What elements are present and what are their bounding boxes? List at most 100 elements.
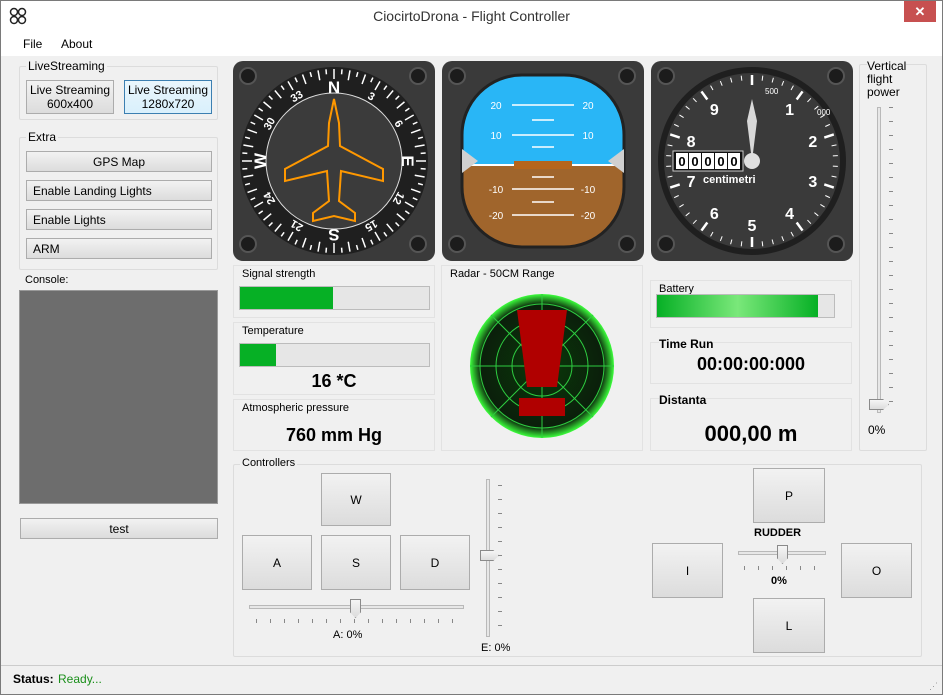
a-slider-ticks [256,619,458,623]
heading-indicator: N 3 6 E 12 15 S 21 24 W 30 33 [233,61,435,261]
altimeter-digit: 0 [691,154,698,169]
gps-map-button[interactable]: GPS Map [26,151,212,172]
pressure-panel: Atmospheric pressure 760 mm Hg [233,399,435,451]
close-button[interactable]: ✕ [904,1,936,22]
window-title: CiocirtoDrona - Flight Controller [373,8,570,24]
altimeter-unit: centimetri [703,174,756,186]
battery-progress-fill [657,295,819,317]
altimeter-number: 1 [785,102,794,119]
enable-lights-button[interactable]: Enable Lights [26,209,212,230]
battery-panel: Battery [650,280,852,328]
controllers-label: Controllers [240,457,298,469]
o-button[interactable]: O [841,543,912,598]
livestreaming-label: LiveStreaming [26,59,107,73]
pitch-label: 10 [490,131,502,142]
s-button[interactable]: S [321,535,391,590]
signal-label: Signal strength [242,268,316,280]
livestream-600-button[interactable]: Live Streaming 600x400 [26,80,114,114]
compass-label: S [328,225,339,244]
altimeter-digit: 0 [678,154,685,169]
pressure-value: 760 mm Hg [285,425,383,445]
altimeter-digit: 0 [730,154,737,169]
time-run-value: 00:00:00:000 [696,354,806,374]
distanta-label: Distanta [659,393,707,407]
pitch-label: 20 [490,101,502,112]
altimeter-digit: 0 [717,154,724,169]
enable-landing-lights-button[interactable]: Enable Landing Lights [26,180,212,201]
altimeter-number: 8 [687,134,696,151]
vertical-power-ticks [889,107,893,413]
pitch-label: -20 [489,211,504,222]
temperature-label: Temperature [242,325,304,337]
vertical-power-track [877,107,881,413]
altimeter: 123456789 00000 centimetri 500 000 [651,61,853,261]
altimeter-500-label: 500 [765,87,779,96]
vertical-power-group [859,64,927,451]
status-value: Ready... [58,672,102,686]
menu-about[interactable]: About [61,37,92,51]
distanta-value: 000,00 m [704,421,798,446]
attitude-indicator: 20 20 10 10 -10 -10 -20 -20 [442,61,644,261]
pressure-label: Atmospheric pressure [242,402,349,414]
temperature-progress-fill [240,344,276,366]
signal-progress-fill [240,287,333,309]
altimeter-number: 9 [710,102,719,119]
compass-label: W [251,152,270,169]
a-button[interactable]: A [242,535,312,590]
battery-progress-bar [656,294,835,318]
vertical-power-label: Vertical flight power [867,59,907,99]
w-button[interactable]: W [321,473,391,526]
pitch-label: -20 [581,211,596,222]
menu-file[interactable]: File [23,37,42,51]
title-bar: CiocirtoDrona - Flight Controller ✕ [1,1,942,32]
temperature-value: 16 *C [311,371,357,391]
console-label: Console: [25,274,69,286]
extra-label: Extra [26,130,59,144]
main-window: CiocirtoDrona - Flight Controller ✕ File… [0,0,943,695]
pitch-label: 20 [582,101,594,112]
arm-button[interactable]: ARM [26,238,212,259]
console-output [19,290,218,504]
temperature-panel: Temperature 16 *C [233,322,435,395]
distanta-panel: Distanta 000,00 m [650,393,852,451]
rudder-slider-ticks [744,566,822,570]
livestream-1280-button[interactable]: Live Streaming 1280x720 [124,80,212,114]
altimeter-digit: 0 [704,154,711,169]
altimeter-number: 3 [808,174,817,191]
compass-label: E [398,155,417,166]
attitude-dial: 20 20 10 10 -10 -10 -20 -20 [460,73,626,249]
signal-panel: Signal strength [233,265,435,318]
status-bar: Status: Ready... ⋰ [1,665,942,694]
altimeter-number: 6 [710,206,719,223]
p-button[interactable]: P [753,468,825,523]
altimeter-dial: 123456789 00000 [658,67,846,255]
rudder-value: 0% [771,575,787,587]
compass-dial: N 36E1215S2124W3033 [240,67,428,255]
pitch-label: -10 [489,185,504,196]
pitch-label: -10 [581,185,596,196]
i-button[interactable]: I [652,543,723,598]
signal-progress-bar [239,286,430,310]
l-button[interactable]: L [753,598,825,653]
test-button[interactable]: test [20,518,218,539]
a-slider-value: A: 0% [333,629,363,641]
vertical-power-value: 0% [868,423,886,437]
radar-panel: Radar - 50CM Range [441,265,643,451]
altimeter-number: 2 [808,134,817,151]
altimeter-number: 5 [748,218,757,235]
compass-label: N [328,78,340,97]
temperature-progress-bar [239,343,430,367]
menu-bar: File About [1,32,942,56]
time-run-label: Time Run [659,337,714,351]
radar-label: Radar - 50CM Range [450,268,555,280]
status-label: Status: [13,672,54,686]
resize-grip-icon[interactable]: ⋰ [929,681,938,692]
d-button[interactable]: D [400,535,470,590]
e-slider-value: E: 0% [481,642,511,654]
radar-display [470,294,614,438]
time-run-panel: Time Run 00:00:00:000 [650,337,852,384]
altimeter-number: 7 [687,174,696,191]
rudder-label: RUDDER [754,527,802,539]
pitch-label: 10 [582,131,594,142]
altimeter-number: 4 [785,206,794,223]
